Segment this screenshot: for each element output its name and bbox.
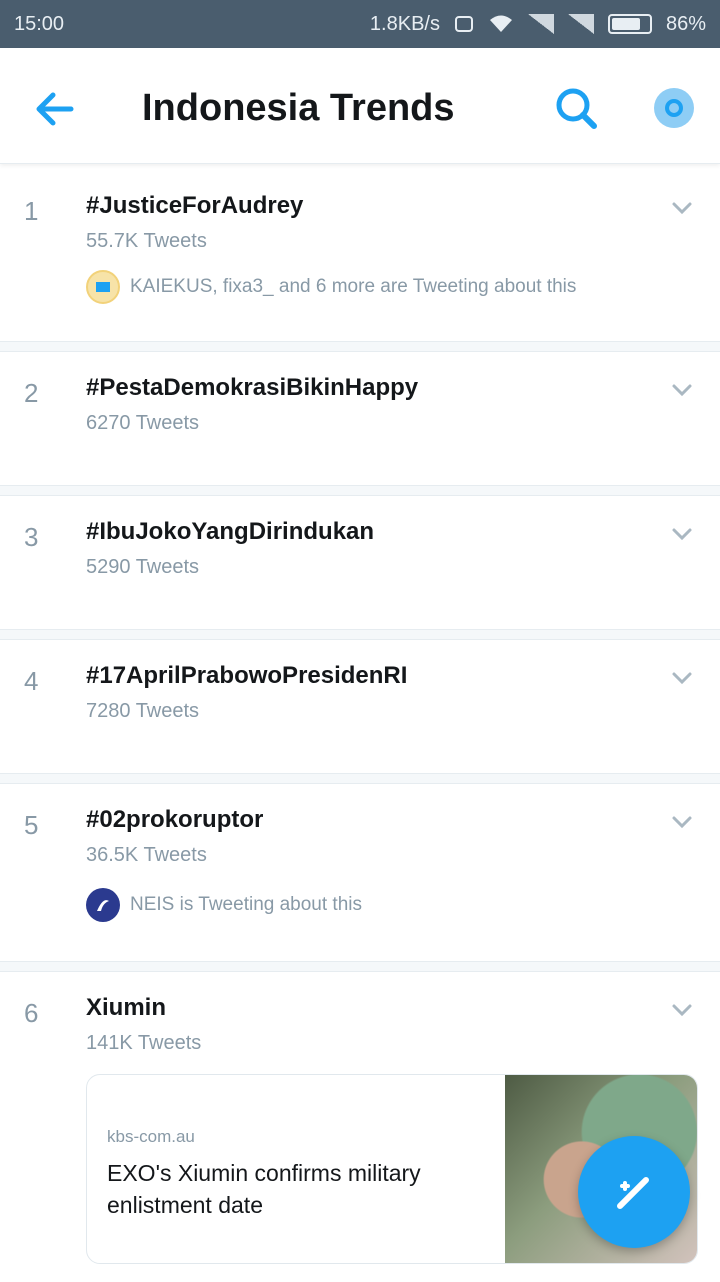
- avatar-icon: [96, 282, 110, 292]
- divider: [0, 774, 720, 784]
- battery-level: 86%: [665, 12, 706, 35]
- divider: [0, 630, 720, 640]
- trend-name: #IbuJokoYangDirindukan: [86, 518, 375, 545]
- trend-rank: 3: [24, 522, 39, 552]
- trend-context: NEIS is Tweeting about this: [86, 888, 362, 922]
- news-source: kbs-com.au: [107, 1127, 195, 1146]
- trends-list: 1 #JusticeForAudrey 55.7K Tweets KAIEKUS…: [0, 170, 720, 1282]
- tweet-count: 55.7K Tweets: [86, 230, 207, 252]
- avatar: [86, 270, 120, 304]
- chevron-down-icon[interactable]: [670, 666, 694, 690]
- signal-icon: [527, 14, 554, 34]
- chevron-down-icon[interactable]: [670, 378, 694, 402]
- search-icon: [556, 88, 597, 129]
- divider: [0, 342, 720, 352]
- app-bar: Indonesia Trends: [0, 48, 720, 164]
- trend-item[interactable]: 2 #PestaDemokrasiBikinHappy 6270 Tweets: [0, 352, 720, 486]
- trend-rank: 5: [24, 810, 39, 840]
- settings-icon: [654, 88, 694, 128]
- trend-rank: 1: [24, 196, 39, 226]
- tweet-count: 6270 Tweets: [86, 412, 200, 434]
- network-speed: 1.8KB/s: [369, 12, 440, 35]
- tweet-count: 7280 Tweets: [86, 700, 200, 722]
- avatar: [86, 888, 120, 922]
- trend-item[interactable]: 4 #17AprilPrabowoPresidenRI 7280 Tweets: [0, 640, 720, 774]
- tweet-count: 141K Tweets: [86, 1032, 202, 1054]
- trend-name: #JusticeForAudrey: [86, 192, 304, 219]
- arrow-left-icon: [36, 92, 74, 126]
- trend-name: #02prokoruptor: [86, 806, 264, 833]
- back-button[interactable]: [30, 84, 80, 134]
- avatar-icon: [97, 900, 109, 911]
- compose-tweet-button[interactable]: [578, 1136, 690, 1248]
- trend-context: KAIEKUS, fixa3_ and 6 more are Tweeting …: [86, 270, 576, 304]
- trend-rank: 6: [24, 998, 39, 1028]
- signal-icon-2: [567, 14, 594, 34]
- compose-tweet-icon: [617, 1177, 649, 1209]
- page-title: Indonesia Trends: [142, 87, 455, 129]
- trend-name: Xiumin: [86, 994, 167, 1021]
- context-text: KAIEKUS, fixa3_ and 6 more are Tweeting …: [130, 276, 577, 297]
- status-time: 15:00: [14, 12, 65, 35]
- status-bar: 15:00 1.8KB/s 86%: [0, 0, 720, 48]
- trend-rank: 2: [24, 378, 39, 408]
- chevron-down-icon[interactable]: [670, 810, 694, 834]
- trend-name: #17AprilPrabowoPresidenRI: [86, 662, 408, 689]
- chevron-down-icon[interactable]: [670, 998, 694, 1022]
- trend-name: #PestaDemokrasiBikinHappy: [86, 374, 419, 401]
- divider: [0, 962, 720, 972]
- tweet-count: 36.5K Tweets: [86, 844, 207, 866]
- trend-rank: 4: [24, 666, 39, 696]
- trend-item[interactable]: 5 #02prokoruptor 36.5K Tweets NEIS is Tw…: [0, 784, 720, 962]
- chevron-down-icon[interactable]: [670, 522, 694, 546]
- trend-item[interactable]: 3 #IbuJokoYangDirindukan 5290 Tweets: [0, 496, 720, 630]
- chevron-down-icon[interactable]: [670, 196, 694, 220]
- news-headline: EXO's Xiumin confirms military enlistmen…: [107, 1160, 421, 1218]
- battery-icon: [607, 14, 652, 34]
- search-button[interactable]: [548, 80, 604, 136]
- wifi-icon: [488, 14, 514, 34]
- tweet-count: 5290 Tweets: [86, 556, 200, 578]
- status-icons: 1.8KB/s 86%: [370, 13, 706, 36]
- alarm-icon: [454, 15, 474, 33]
- context-text: NEIS is Tweeting about this: [130, 894, 362, 915]
- settings-button[interactable]: [646, 80, 702, 136]
- trend-item[interactable]: 1 #JusticeForAudrey 55.7K Tweets KAIEKUS…: [0, 170, 720, 342]
- divider: [0, 486, 720, 496]
